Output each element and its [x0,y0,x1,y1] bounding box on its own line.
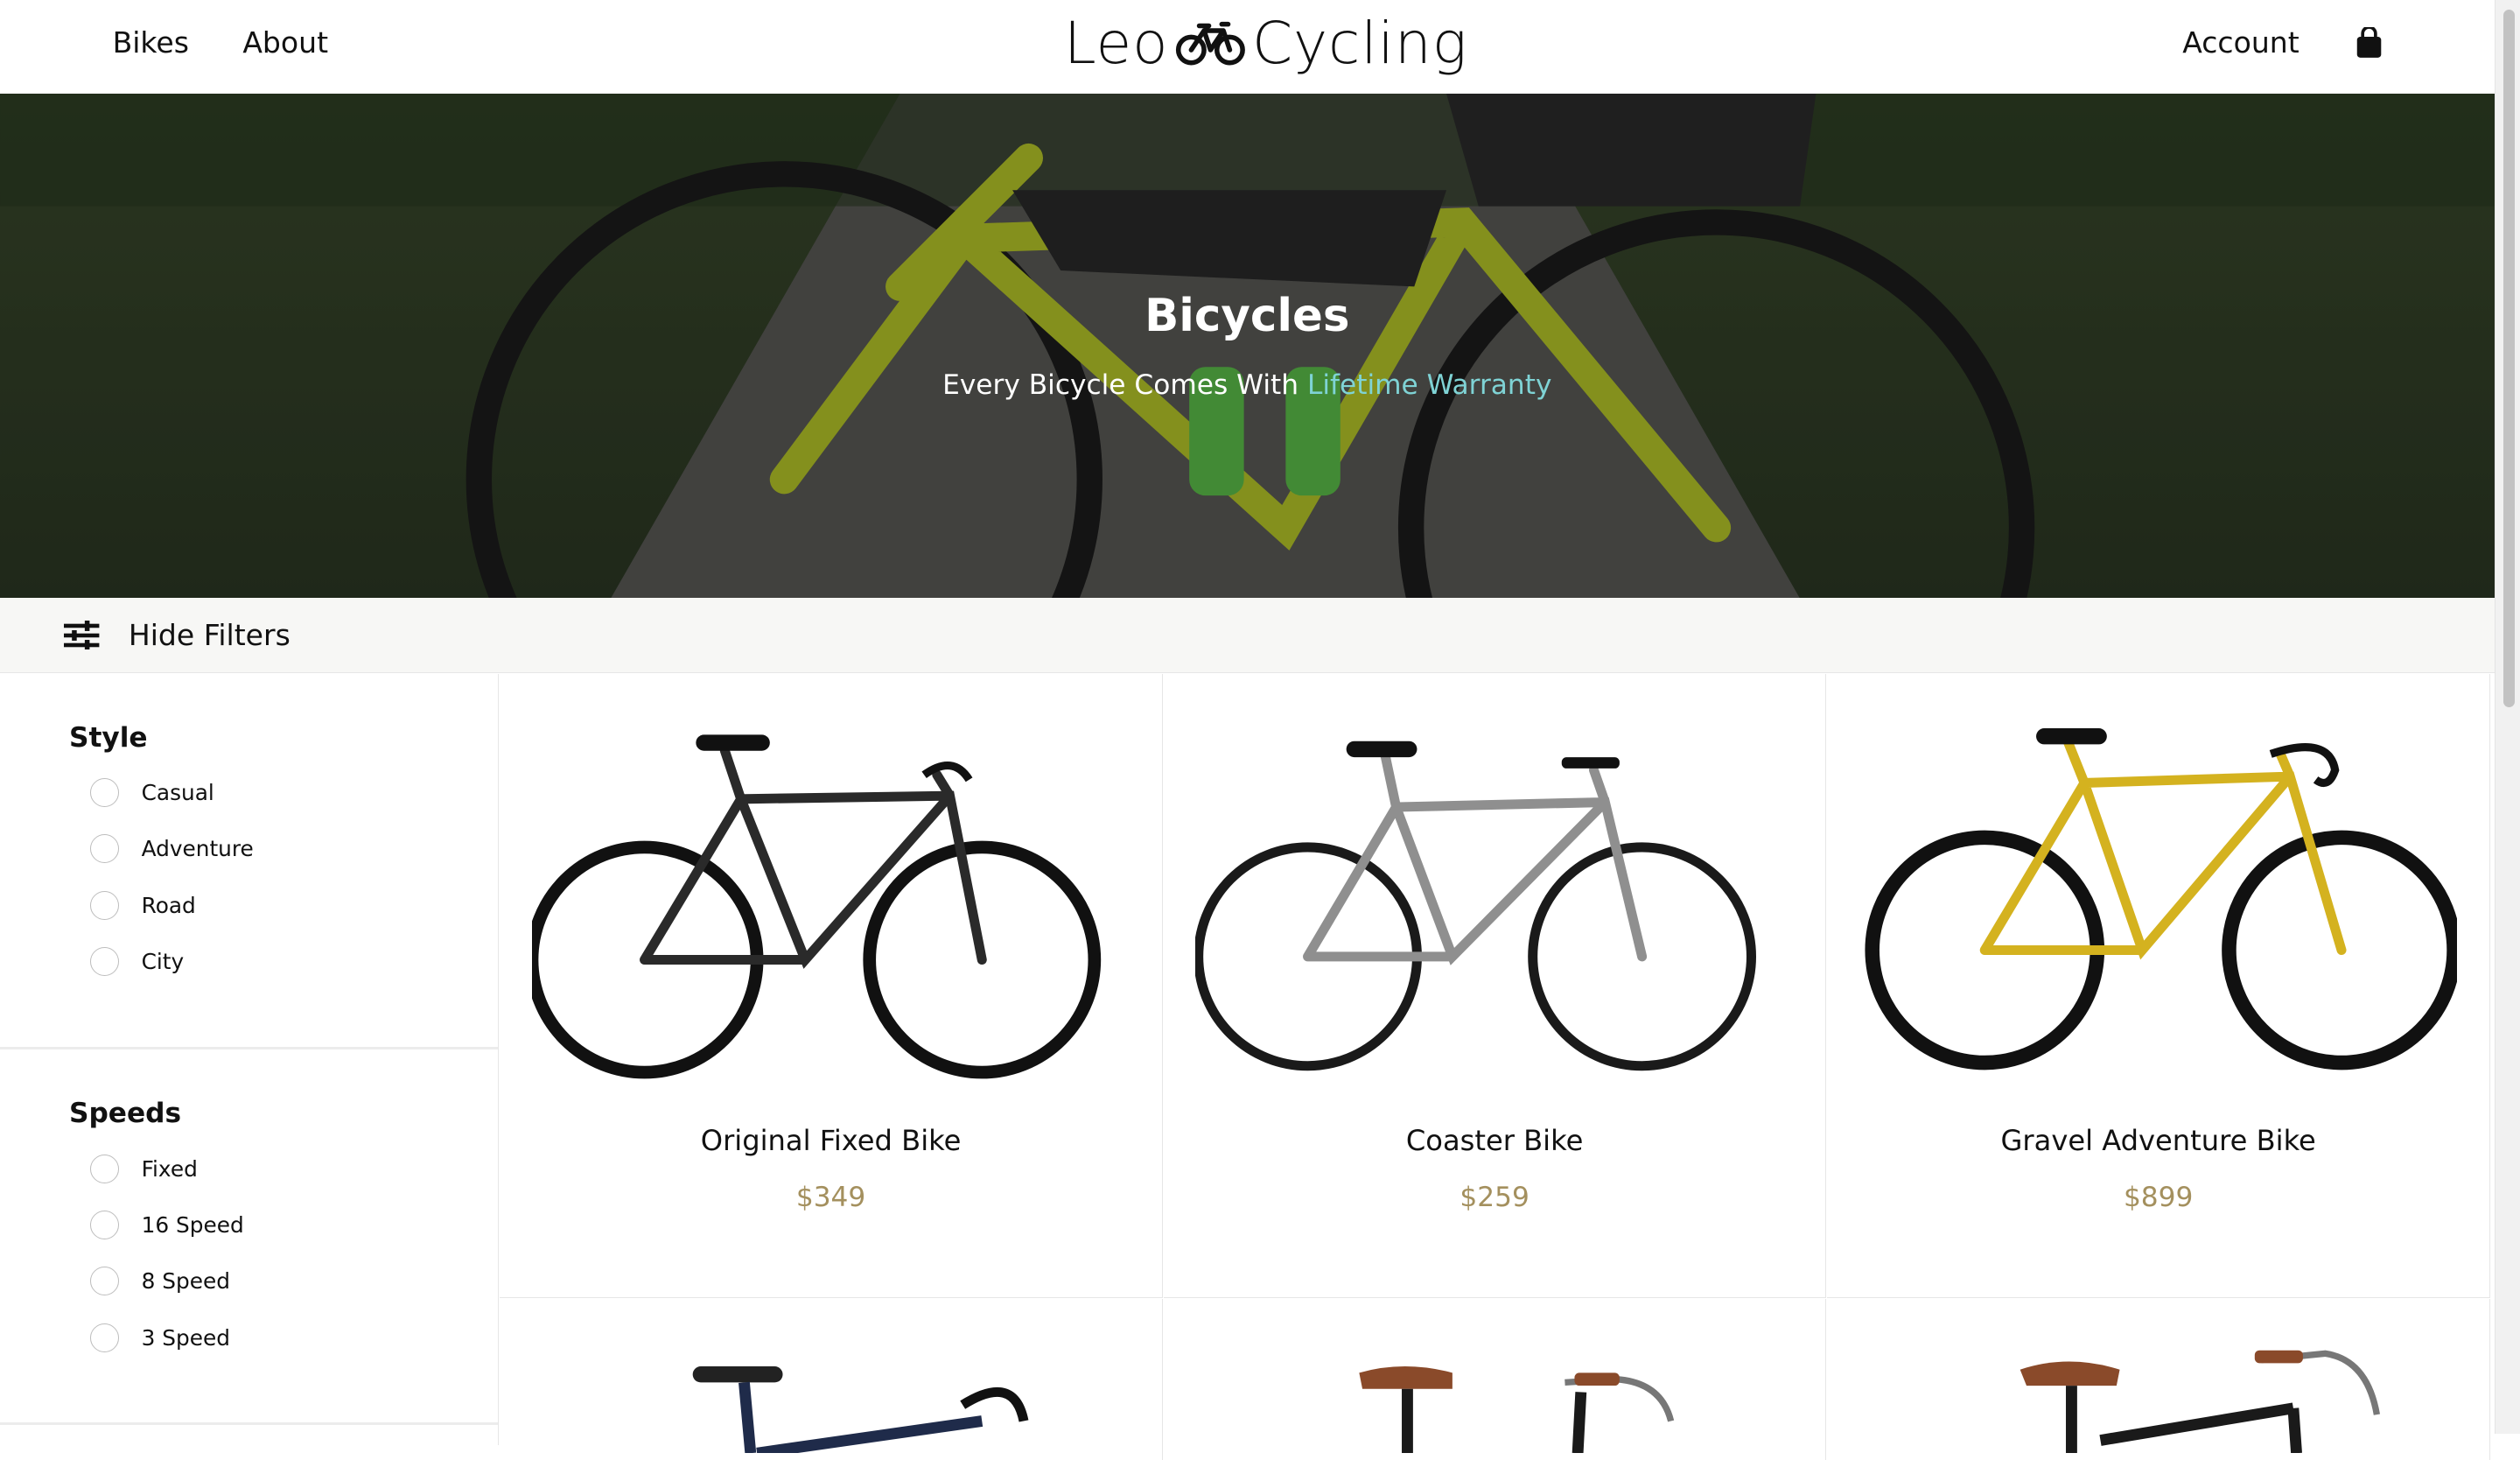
page-scrollbar[interactable] [2494,0,2520,1435]
product-card[interactable] [500,1299,1163,1460]
radio-button[interactable] [89,834,119,864]
product-card[interactable]: Gravel Adventure Bike $899 [1827,673,2491,1299]
nav-bikes-link[interactable]: Bikes [113,25,189,60]
option-label: 3 Speed [141,1324,230,1351]
product-card[interactable] [1163,1299,1827,1460]
product-price: $349 [795,1181,866,1213]
lifetime-warranty-link[interactable]: Lifetime Warranty [1307,369,1551,401]
bicycle-icon [1175,21,1245,66]
hero-subtitle: Every Bicycle Comes With Lifetime Warran… [0,369,2495,401]
filters-sidebar: Style Casual Adventure Road City Speeds … [0,673,500,1446]
sliders-icon [64,620,100,650]
filter-bar: Hide Filters [0,598,2495,673]
filter-option-city[interactable]: City [89,946,185,976]
bike-image [692,1366,1029,1454]
product-price: $259 [1460,1181,1530,1213]
radio-button[interactable] [89,1154,119,1183]
filter-option-fixed[interactable]: Fixed [89,1154,198,1183]
site-logo[interactable]: Leo Cycling [1064,10,1467,77]
filter-title-style: Style [68,721,148,754]
product-card[interactable] [1827,1299,2491,1460]
option-label: 16 Speed [141,1212,244,1239]
product-price: $899 [2123,1181,2194,1213]
filter-group-style: Style Casual Adventure Road City [0,674,499,1049]
radio-button[interactable] [89,890,119,920]
logo-text-left: Leo [1063,10,1169,78]
option-label: City [141,948,185,974]
option-label: Road [141,892,196,918]
option-label: Adventure [141,836,254,862]
radio-button[interactable] [89,777,119,807]
radio-button[interactable] [89,1323,119,1352]
hero-overlay [0,93,2495,599]
product-card[interactable]: Original Fixed Bike $349 [500,673,1163,1299]
hero-subtitle-text: Every Bicycle Comes With [942,369,1307,402]
filter-option-road[interactable]: Road [89,890,196,920]
bike-image [1195,741,1757,1071]
filter-option-casual[interactable]: Casual [89,777,214,807]
logo-text-right: Cycling [1251,10,1468,78]
option-label: Casual [141,779,214,805]
hero-title: Bicycles [1144,289,1350,342]
product-name: Coaster Bike [1405,1123,1584,1157]
bike-image [531,734,1102,1079]
option-label: 8 Speed [141,1268,230,1295]
hide-filters-label: Hide Filters [128,617,290,652]
filter-option-16-speed[interactable]: 16 Speed [89,1211,244,1240]
filter-title-speeds: Speeds [68,1098,182,1130]
product-name: Original Fixed Bike [700,1123,962,1157]
site-header: Bikes About Leo Cycling Account [0,0,2495,94]
product-name: Gravel Adventure Bike [2000,1123,2316,1157]
scrollbar-thumb[interactable] [2502,10,2515,708]
radio-button[interactable] [89,946,119,976]
filter-option-adventure[interactable]: Adventure [89,834,254,864]
hero-banner: Bicycles Every Bicycle Comes With Lifeti… [0,93,2495,599]
product-grid: Original Fixed Bike $349 Coaster Bike $2… [500,673,2494,1460]
radio-button[interactable] [89,1211,119,1240]
nav-about-link[interactable]: About [242,25,328,60]
bike-image [2020,1350,2381,1454]
account-link[interactable]: Account [2182,25,2299,60]
hide-filters-button[interactable]: Hide Filters [64,598,290,671]
shopping-bag-icon[interactable] [2355,27,2384,60]
filter-group-speeds: Speeds Fixed 16 Speed 8 Speed 3 Speed [0,1049,499,1426]
filter-option-8-speed[interactable]: 8 Speed [89,1267,230,1296]
filter-option-3-speed[interactable]: 3 Speed [89,1323,230,1352]
bike-image [1359,1366,1675,1454]
bike-image [1865,728,2458,1070]
product-card[interactable]: Coaster Bike $259 [1163,673,1827,1299]
option-label: Fixed [141,1155,198,1182]
radio-button[interactable] [89,1267,119,1296]
